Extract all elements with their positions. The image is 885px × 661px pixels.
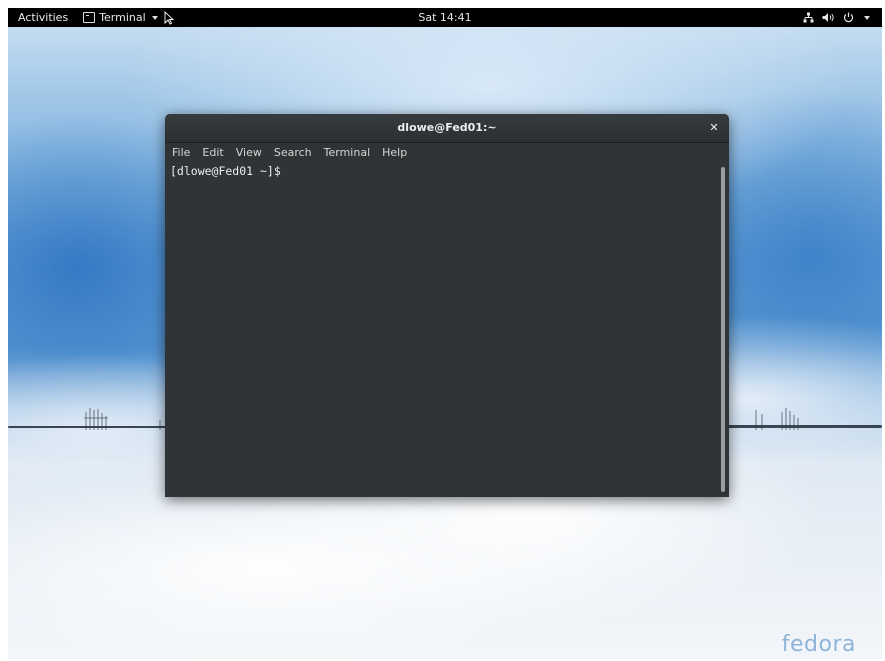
menu-search[interactable]: Search <box>274 146 312 159</box>
activities-button[interactable]: Activities <box>18 11 68 24</box>
terminal-titlebar[interactable]: dlowe@Fed01:~ ✕ <box>165 114 729 143</box>
screen: fedora Activities Terminal Sat 14:41 dlo… <box>0 0 885 661</box>
fedora-watermark: fedora <box>781 632 856 657</box>
system-tray[interactable] <box>803 8 870 27</box>
clock[interactable]: Sat 14:41 <box>418 11 471 24</box>
top-bar: Activities Terminal Sat 14:41 <box>8 8 882 27</box>
mouse-pointer-icon <box>164 10 174 25</box>
menu-view[interactable]: View <box>236 146 262 159</box>
terminal-content[interactable]: [dlowe@Fed01 ~]$ <box>165 161 729 497</box>
power-icon <box>843 12 854 23</box>
terminal-icon <box>83 12 96 23</box>
terminal-scrollbar[interactable] <box>721 167 725 492</box>
network-wired-icon <box>803 12 814 23</box>
menu-edit[interactable]: Edit <box>202 146 223 159</box>
menu-help[interactable]: Help <box>382 146 407 159</box>
terminal-menubar: File Edit View Search Terminal Help <box>165 143 729 161</box>
wallpaper-trees-left <box>84 408 161 430</box>
window-title: dlowe@Fed01:~ <box>397 121 497 134</box>
shell-prompt: [dlowe@Fed01 ~]$ <box>170 164 281 178</box>
close-button[interactable]: ✕ <box>708 122 720 134</box>
chevron-down-icon <box>151 15 158 20</box>
terminal-window[interactable]: dlowe@Fed01:~ ✕ File Edit View Search Te… <box>165 114 729 497</box>
volume-icon <box>822 13 834 22</box>
close-icon: ✕ <box>709 121 719 134</box>
chevron-down-icon <box>864 15 870 20</box>
menu-file[interactable]: File <box>172 146 190 159</box>
wallpaper-trees-right <box>755 408 799 430</box>
app-menu-label: Terminal <box>99 11 146 24</box>
menu-terminal[interactable]: Terminal <box>324 146 371 159</box>
app-menu-terminal[interactable]: Terminal <box>83 10 174 25</box>
